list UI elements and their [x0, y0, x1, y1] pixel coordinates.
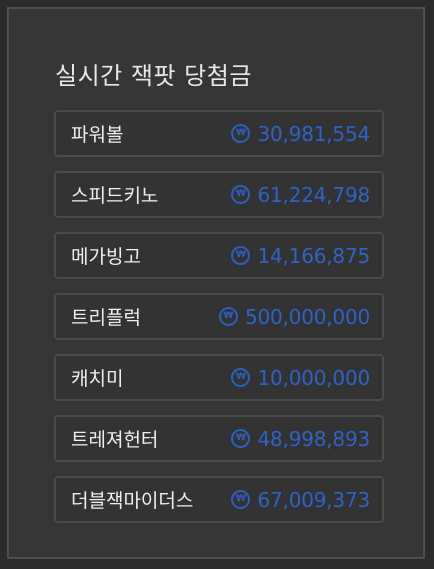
jackpot-value: 48,998,893	[257, 426, 370, 451]
jackpot-name: 더블잭마이더스	[71, 490, 194, 512]
jackpot-amount: ₩ 61,224,798	[231, 183, 370, 207]
jackpot-name: 트리플럭	[71, 307, 141, 329]
jackpot-value: 67,009,373	[257, 487, 370, 512]
jackpot-amount: ₩ 10,000,000	[231, 366, 370, 390]
jackpot-row-triple-luck[interactable]: 트리플럭 ₩ 500,000,000	[54, 293, 384, 340]
jackpot-value: 61,224,798	[257, 182, 370, 207]
jackpot-list: 파워볼 ₩ 30,981,554 스피드키노 ₩ 61,224,798 메가빙고…	[54, 110, 384, 537]
jackpot-row-catch-me[interactable]: 캐치미 ₩ 10,000,000	[54, 354, 384, 401]
jackpot-amount: ₩ 500,000,000	[218, 304, 370, 329]
jackpot-name: 스피드키노	[71, 185, 159, 207]
won-coin-icon: ₩	[231, 124, 251, 143]
jackpot-row-powerball[interactable]: 파워볼 ₩ 30,981,554	[54, 110, 384, 157]
jackpot-name: 메가빙고	[71, 246, 141, 268]
won-coin-icon: ₩	[231, 490, 251, 509]
jackpot-panel: 실시간 잭팟 당첨금 파워볼 ₩ 30,981,554 스피드키노 ₩ 61,2…	[7, 7, 425, 559]
jackpot-row-speed-keno[interactable]: 스피드키노 ₩ 61,224,798	[54, 171, 384, 218]
panel-title: 실시간 잭팟 당첨금	[55, 62, 252, 90]
won-coin-icon: ₩	[231, 368, 251, 387]
jackpot-amount: ₩ 48,998,893	[231, 427, 370, 451]
jackpot-amount: ₩ 30,981,554	[231, 122, 370, 146]
jackpot-row-mega-bingo[interactable]: 메가빙고 ₩ 14,166,875	[54, 232, 384, 279]
jackpot-name: 캐치미	[71, 368, 124, 390]
won-coin-icon: ₩	[231, 246, 251, 265]
won-coin-icon: ₩	[218, 307, 238, 326]
jackpot-amount: ₩ 67,009,373	[231, 488, 370, 512]
jackpot-value: 500,000,000	[244, 304, 370, 329]
jackpot-name: 트레져헌터	[71, 429, 159, 451]
jackpot-name: 파워볼	[71, 124, 124, 146]
jackpot-value: 30,981,554	[257, 121, 370, 146]
jackpot-row-treasure-hunter[interactable]: 트레져헌터 ₩ 48,998,893	[54, 415, 384, 462]
jackpot-value: 10,000,000	[257, 365, 370, 390]
jackpot-amount: ₩ 14,166,875	[231, 244, 370, 268]
jackpot-value: 14,166,875	[257, 243, 370, 268]
won-coin-icon: ₩	[231, 429, 251, 448]
jackpot-row-double-jack-midas[interactable]: 더블잭마이더스 ₩ 67,009,373	[54, 476, 384, 523]
won-coin-icon: ₩	[231, 185, 251, 204]
